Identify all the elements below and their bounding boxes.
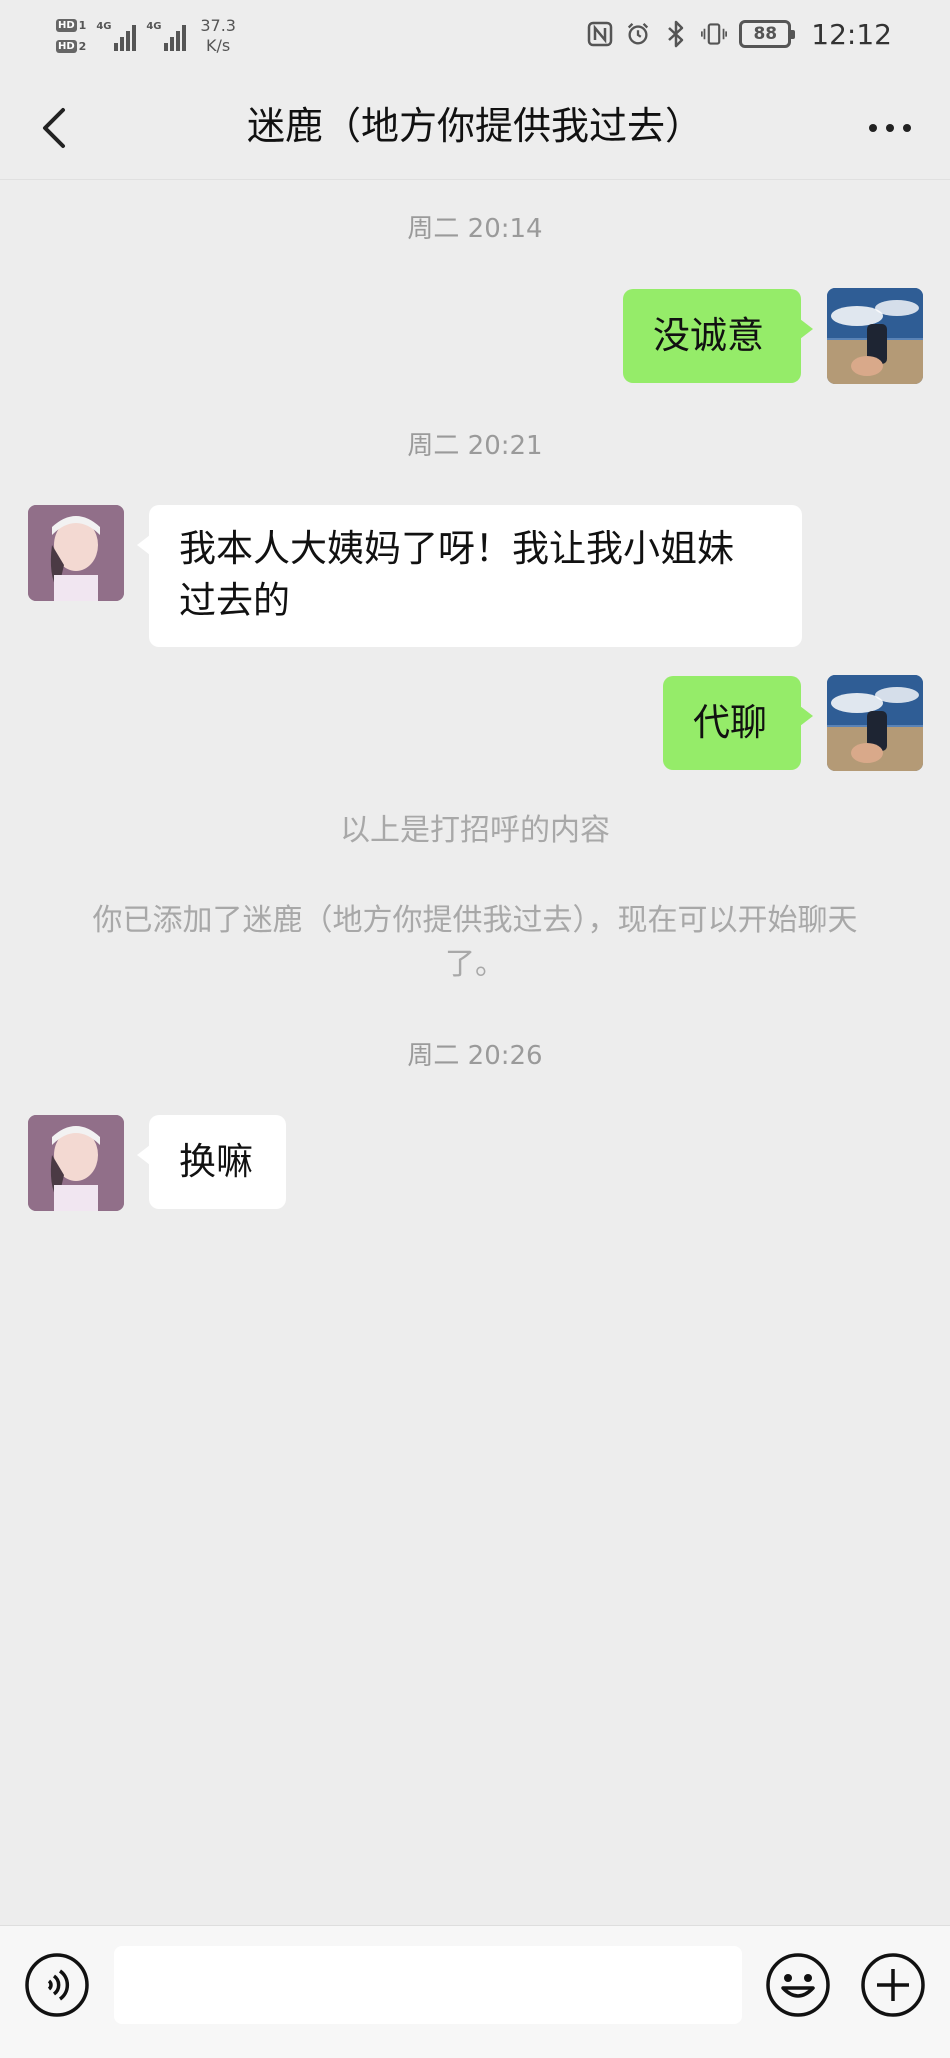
my-avatar[interactable] xyxy=(827,288,923,384)
message-text: 代聊 xyxy=(693,701,767,744)
incoming-message-bubble[interactable]: 我本人大姨妈了呀！我让我小姐妹 过去的 xyxy=(137,505,802,647)
signal-icon: 4G xyxy=(146,21,187,51)
emoji-button[interactable] xyxy=(765,1952,831,2018)
chat-title: 迷鹿（地方你提供我过去） xyxy=(246,104,703,148)
more-dots-icon xyxy=(869,124,877,132)
network-speed-value: 37.3 xyxy=(200,16,236,35)
voice-icon xyxy=(25,1953,89,2017)
nfc-icon xyxy=(587,21,613,47)
status-bar: HD 1 HD 2 4G 4G 37.3 K/s 88 12:12 xyxy=(0,0,950,72)
message-text: 换嘛 xyxy=(179,1140,253,1183)
voice-button[interactable] xyxy=(24,1952,90,2018)
network-speed-unit: K/s xyxy=(206,36,231,55)
system-notice: 以上是打招呼的内容 xyxy=(340,813,610,848)
chevron-left-icon xyxy=(43,108,65,148)
more-functions-button[interactable] xyxy=(860,1952,926,2018)
network-type-label: 4G xyxy=(96,21,112,32)
hd-indicator-2: HD 2 xyxy=(56,40,86,53)
clock: 12:12 xyxy=(811,17,892,51)
hd-label: HD xyxy=(56,19,77,32)
plus-icon xyxy=(861,1953,925,2017)
message-text-line: 我本人大姨妈了呀！我让我小姐妹 xyxy=(179,527,734,570)
outgoing-message-bubble[interactable]: 代聊 xyxy=(663,676,813,770)
sim-number: 1 xyxy=(78,19,87,32)
emoji-icon xyxy=(766,1953,830,2017)
outgoing-message-bubble[interactable]: 没诚意 xyxy=(623,289,813,383)
message-timestamp: 周二 20:21 xyxy=(407,431,543,461)
system-notice: 你已添加了迷鹿（地方你提供我过去），现在可以开始聊天了。 xyxy=(92,903,858,982)
hd-indicator-1: HD 1 xyxy=(56,19,86,32)
more-dot xyxy=(903,124,911,132)
message-timestamp: 周二 20:26 xyxy=(407,1041,543,1071)
hd-label: HD xyxy=(56,40,77,53)
message-text: 没诚意 xyxy=(653,314,764,357)
hd-indicators: HD 1 HD 2 xyxy=(56,19,86,53)
more-options-button[interactable] xyxy=(860,100,920,156)
message-input[interactable] xyxy=(114,1946,742,2024)
message-text-line: 过去的 xyxy=(179,579,290,622)
battery-icon: 88 xyxy=(739,20,796,48)
signal-icon: 4G xyxy=(96,21,137,51)
battery-level: 88 xyxy=(753,24,778,44)
contact-avatar[interactable] xyxy=(28,1115,124,1211)
alarm-icon xyxy=(625,21,651,47)
status-right: 88 12:12 xyxy=(587,14,892,54)
message-timestamp: 周二 20:14 xyxy=(407,214,543,244)
my-avatar[interactable] xyxy=(827,675,923,771)
sim-number: 2 xyxy=(78,40,87,53)
contact-avatar[interactable] xyxy=(28,505,124,601)
status-left: HD 1 HD 2 4G 4G 37.3 K/s xyxy=(56,8,236,64)
network-type-label: 4G xyxy=(146,21,162,32)
input-bar xyxy=(0,1925,950,2058)
more-dot xyxy=(886,124,894,132)
vibrate-icon xyxy=(701,21,728,47)
incoming-message-bubble[interactable]: 换嘛 xyxy=(137,1115,286,1209)
bluetooth-icon xyxy=(663,20,689,48)
network-speed: 37.3 K/s xyxy=(200,16,236,56)
chat-header: 迷鹿（地方你提供我过去） xyxy=(0,72,950,180)
back-button[interactable] xyxy=(26,100,82,156)
